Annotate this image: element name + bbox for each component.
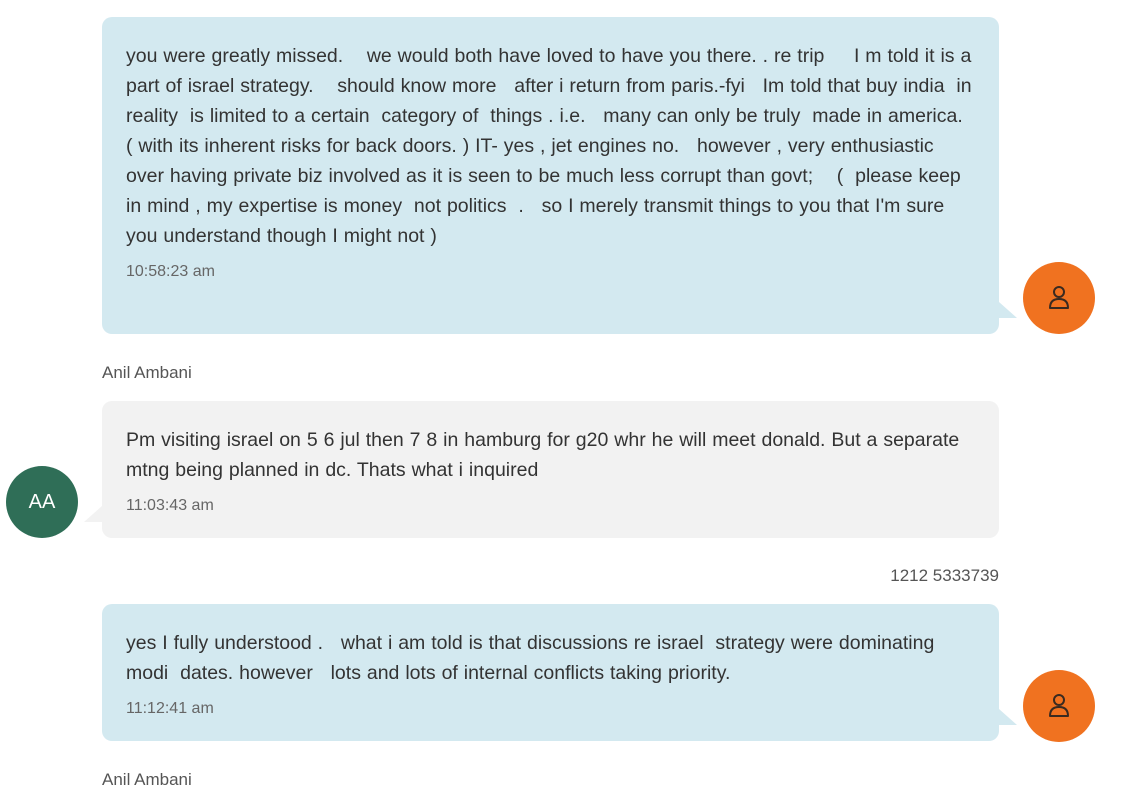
message-text: Pm visiting israel on 5 6 jul then 7 8 i…	[126, 429, 966, 481]
contact-avatar[interactable]: AA	[6, 466, 78, 538]
avatar-initials: AA	[28, 490, 56, 513]
message-timestamp: 10:58:23 am	[126, 263, 215, 280]
user-outline-icon	[1049, 286, 1069, 309]
bubble-tail	[999, 709, 1017, 725]
message-bubble-incoming: Pm visiting israel on 5 6 jul then 7 8 i…	[102, 401, 999, 538]
message-timestamp: 11:12:41 am	[126, 700, 214, 717]
sender-phone: 1212 5333739	[890, 566, 999, 585]
message-text: you were greatly missed. we would both h…	[126, 45, 978, 247]
message-timestamp: 11:03:43 am	[126, 497, 214, 514]
my-avatar[interactable]	[1023, 670, 1095, 742]
message-bubble-outgoing: you were greatly missed. we would both h…	[102, 17, 999, 334]
message-text: yes I fully understood . what i am told …	[126, 632, 941, 684]
bubble-tail	[999, 302, 1017, 318]
sender-name: Anil Ambani	[102, 363, 192, 382]
user-outline-icon	[1049, 694, 1069, 717]
sender-name: Anil Ambani	[102, 770, 192, 789]
bubble-tail	[84, 506, 102, 522]
my-avatar[interactable]	[1023, 262, 1095, 334]
message-bubble-outgoing: yes I fully understood . what i am told …	[102, 604, 999, 741]
